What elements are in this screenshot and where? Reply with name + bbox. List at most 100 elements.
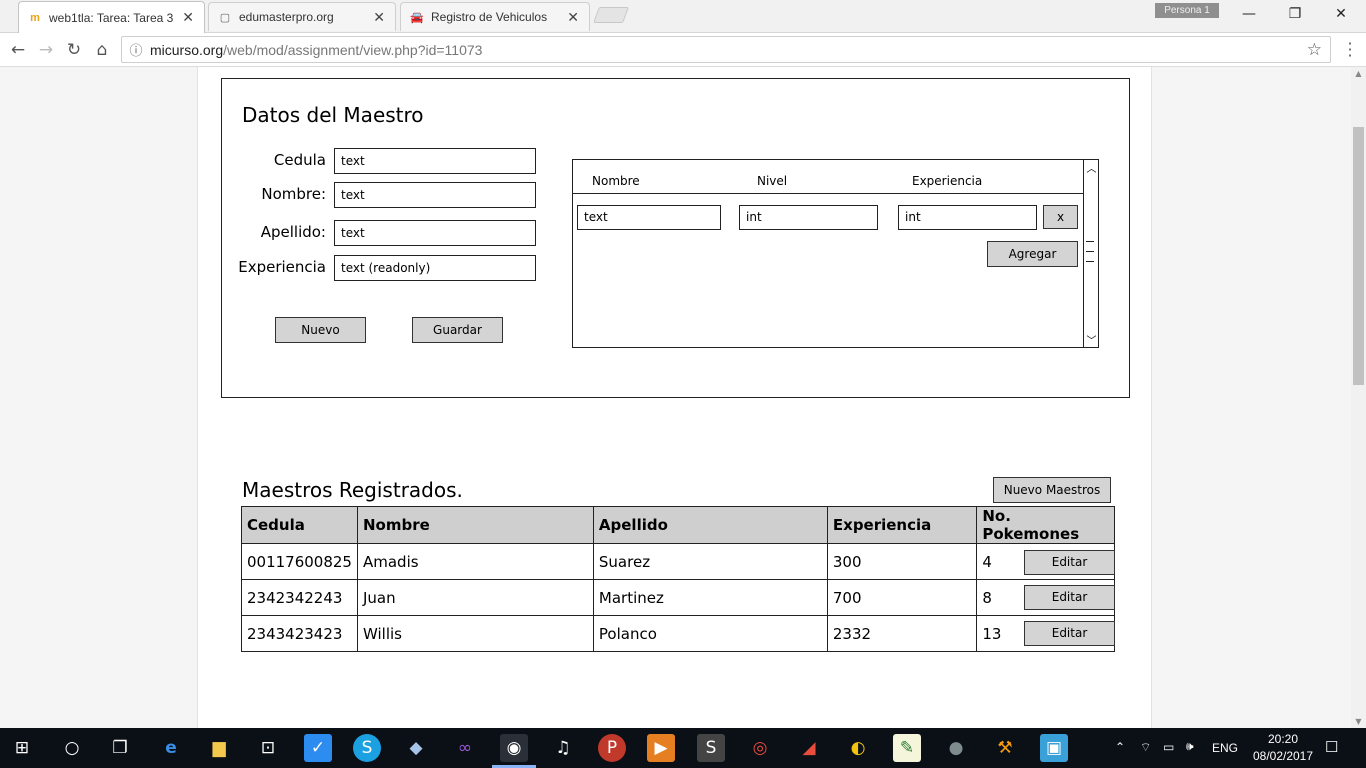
header-no-pokemones: No. Pokemones — [976, 506, 1115, 544]
remove-row-button[interactable]: x — [1043, 205, 1078, 229]
info-icon[interactable]: ⓘ — [122, 40, 150, 59]
file-explorer-icon[interactable]: ▆ — [205, 734, 233, 762]
action-center-icon[interactable]: ☐ — [1325, 738, 1338, 756]
scroll-grip — [1086, 251, 1094, 252]
table-header-row: Cedula Nombre Apellido Experiencia No. P… — [241, 506, 1115, 544]
skype-icon[interactable]: S — [353, 734, 381, 762]
cell-apellido: Martinez — [592, 579, 828, 616]
wunderlist-icon[interactable]: ✓ — [304, 734, 332, 762]
tab-registro-vehiculos[interactable]: 🚘 Registro de Vehiculos ✕ — [400, 2, 590, 31]
url-path: /web/mod/assignment/view.php?id=11073 — [223, 41, 483, 58]
scroll-down-icon[interactable]: ▼ — [1351, 717, 1366, 726]
browser-toolbar: ← → ↻ ⌂ ⓘ micurso.org/web/mod/assignment… — [0, 33, 1366, 67]
app-icon[interactable]: ◐ — [844, 734, 872, 762]
windows-taskbar: ⊞ ○ ❐ e ▆ ⊡ ✓ S ◆ ∞ ◉ ♫ P ▶ S ◎ ◢ ◐ ✎ ● … — [0, 728, 1366, 768]
guardar-button[interactable]: Guardar — [412, 317, 503, 343]
bookmark-star-icon[interactable]: ☆ — [1307, 40, 1322, 60]
edit-button[interactable]: Editar — [1024, 585, 1115, 610]
edit-button[interactable]: Editar — [1024, 621, 1115, 646]
edit-button[interactable]: Editar — [1024, 550, 1115, 575]
app-icon[interactable]: ▣ — [1040, 734, 1068, 762]
home-icon[interactable]: ⌂ — [90, 38, 114, 62]
cell-experiencia: 2332 — [826, 615, 978, 652]
nombre-input[interactable]: text — [334, 182, 536, 208]
edge-icon[interactable]: e — [157, 734, 185, 762]
tab-edumasterpro[interactable]: ▢ edumasterpro.org ✕ — [208, 2, 396, 31]
virtualbox-icon[interactable]: ◆ — [402, 734, 430, 762]
tab-title: Registro de Vehiculos — [431, 10, 548, 24]
sublime-icon[interactable]: S — [697, 734, 725, 762]
close-tab-icon[interactable]: ✕ — [567, 9, 579, 26]
apellido-label: Apellido: — [260, 223, 326, 241]
cedula-input[interactable]: text — [334, 148, 536, 174]
reload-icon[interactable]: ↻ — [62, 38, 86, 62]
itunes-icon[interactable]: ♫ — [549, 734, 577, 762]
profile-badge[interactable]: Persona 1 — [1155, 3, 1219, 18]
restore-icon[interactable]: ❐ — [1272, 0, 1318, 28]
tab-assignment[interactable]: m web1tla: Tarea: Tarea 3 ✕ — [18, 1, 205, 33]
cortana-icon[interactable]: ○ — [58, 734, 86, 762]
clock-time[interactable]: 20:20 — [1249, 732, 1317, 746]
tab-title: web1tla: Tarea: Tarea 3 — [49, 10, 174, 25]
close-window-icon[interactable]: ✕ — [1318, 0, 1364, 28]
apellido-input[interactable]: text — [334, 220, 536, 246]
pokemon-nombre-input[interactable]: text — [577, 205, 721, 230]
scroll-up-icon[interactable]: ▲ — [1351, 69, 1366, 78]
nuevo-maestros-button[interactable]: Nuevo Maestros — [993, 477, 1111, 503]
forward-icon[interactable]: → — [34, 38, 58, 62]
chevron-down-icon[interactable]: ﹀ — [1084, 332, 1099, 347]
pokemon-experiencia-input[interactable]: int — [898, 205, 1037, 230]
volume-icon[interactable]: 🕪 — [1186, 739, 1194, 754]
store-icon[interactable]: ⊡ — [254, 734, 282, 762]
battery-icon[interactable]: ▭ — [1163, 740, 1174, 754]
new-tab-button[interactable] — [593, 7, 629, 23]
url-host: micurso.org — [150, 41, 224, 58]
car-icon: 🚘 — [410, 11, 424, 24]
tools-icon[interactable]: ⚒ — [991, 734, 1019, 762]
language-indicator[interactable]: ENG — [1212, 741, 1238, 755]
chevron-up-icon[interactable]: ︿ — [1084, 160, 1099, 175]
close-tab-icon[interactable]: ✕ — [373, 9, 385, 26]
scrollbar-thumb[interactable] — [1353, 127, 1364, 385]
address-bar[interactable]: ⓘ micurso.org/web/mod/assignment/view.ph… — [121, 36, 1331, 63]
pokemon-table-scrollbar[interactable]: ︿ ﹀ — [1083, 159, 1099, 348]
cell-cedula: 2343423423 — [241, 615, 358, 652]
cell-cedula: 00117600825 — [241, 543, 358, 580]
col-header-nivel: Nivel — [757, 174, 788, 188]
experiencia-label: Experiencia — [238, 258, 326, 276]
agregar-button[interactable]: Agregar — [987, 241, 1078, 267]
app-icon[interactable]: ◢ — [795, 734, 823, 762]
chevron-up-icon[interactable]: ⌃ — [1115, 740, 1125, 754]
media-player-icon[interactable]: ▶ — [647, 734, 675, 762]
page-scrollbar[interactable]: ▲ ▼ — [1351, 67, 1366, 728]
cell-experiencia: 700 — [826, 579, 978, 616]
cell-cedula: 2342342243 — [241, 579, 358, 616]
menu-icon[interactable]: · · · — [1344, 36, 1356, 64]
clock-date[interactable]: 08/02/2017 — [1247, 749, 1319, 763]
maestro-panel-title: Datos del Maestro — [242, 103, 424, 127]
header-cedula: Cedula — [241, 506, 358, 544]
header-nombre: Nombre — [356, 506, 594, 544]
chrome-icon[interactable]: ◉ — [500, 734, 528, 762]
experiencia-input: text (readonly) — [334, 255, 536, 281]
cell-experiencia: 300 — [826, 543, 978, 580]
minimize-icon[interactable]: — — [1226, 0, 1272, 28]
pinterest-icon[interactable]: P — [598, 734, 626, 762]
network-icon[interactable]: ⌔ — [1140, 740, 1151, 755]
eclipse-icon[interactable]: ● — [942, 734, 970, 762]
table-row: 00117600825 Amadis Suarez 300 4 — [241, 543, 1115, 580]
cell-nombre: Amadis — [356, 543, 594, 580]
visual-studio-icon[interactable]: ∞ — [451, 734, 479, 762]
notepad-icon[interactable]: ✎ — [893, 734, 921, 762]
windows-start-icon[interactable]: ⊞ — [8, 734, 36, 762]
task-view-icon[interactable]: ❐ — [106, 734, 134, 762]
registered-title: Maestros Registrados. — [242, 478, 463, 502]
cell-apellido: Suarez — [592, 543, 828, 580]
close-tab-icon[interactable]: ✕ — [182, 9, 194, 26]
moodle-icon: m — [30, 11, 40, 24]
target-app-icon[interactable]: ◎ — [746, 734, 774, 762]
nuevo-button[interactable]: Nuevo — [275, 317, 366, 343]
pokemon-nivel-input[interactable]: int — [739, 205, 878, 230]
browser-tab-bar: m web1tla: Tarea: Tarea 3 ✕ ▢ edumasterp… — [0, 0, 1366, 33]
back-icon[interactable]: ← — [6, 38, 30, 62]
